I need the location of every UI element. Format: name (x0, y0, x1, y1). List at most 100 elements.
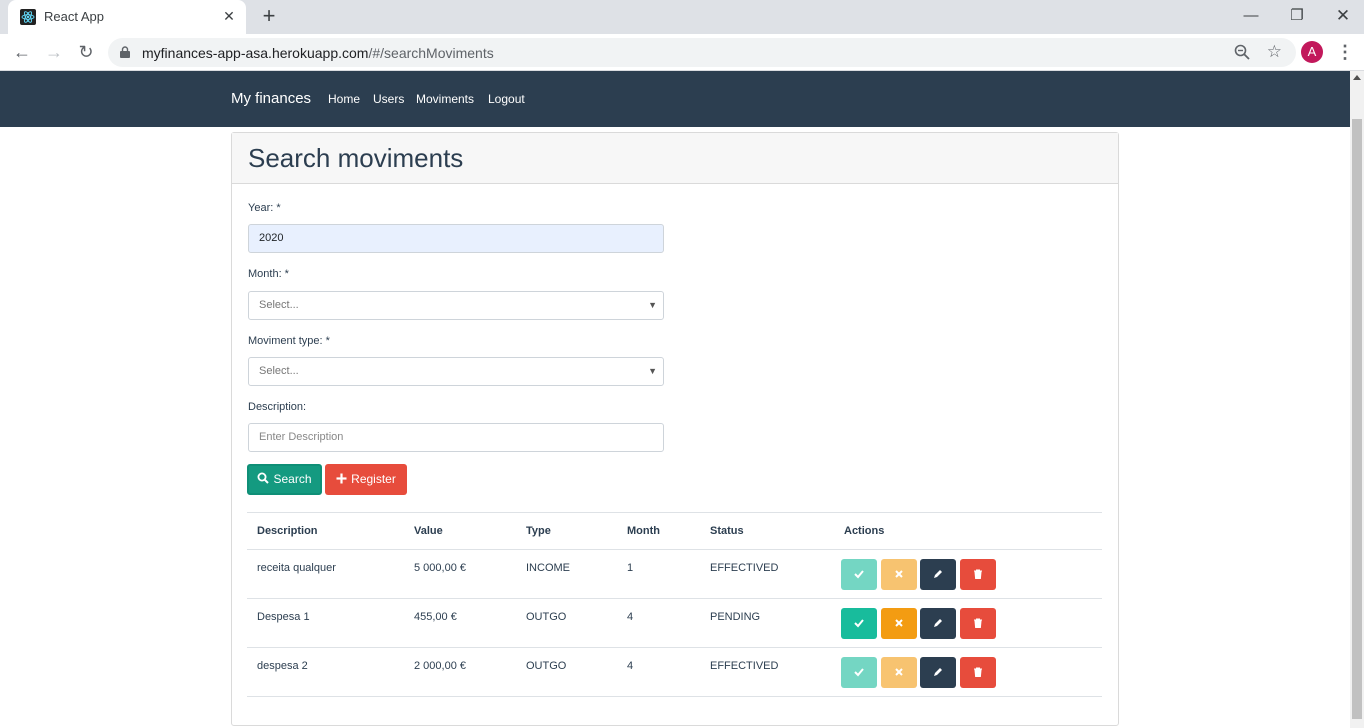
bookmark-star-icon[interactable]: ☆ (1267, 42, 1282, 62)
url-host: myfinances-app-asa.herokuapp.com (142, 45, 369, 61)
url-path: /#/searchMoviments (368, 45, 494, 61)
search-button[interactable]: Search (247, 464, 322, 495)
address-bar[interactable]: myfinances-app-asa.herokuapp.com/#/searc… (108, 38, 1296, 67)
cell-description: receita qualquer (247, 549, 404, 599)
row-actions (841, 559, 1102, 592)
edit-button[interactable] (920, 608, 956, 639)
react-logo-icon (20, 9, 36, 25)
cell-value: 2 000,00 € (404, 647, 516, 697)
cancel-button[interactable] (881, 657, 917, 688)
app-navbar: My finances Home Users Moviments Logout (0, 71, 1350, 127)
effectuate-button[interactable] (841, 608, 877, 639)
card-header: Search moviments (232, 133, 1118, 184)
description-input[interactable]: Enter Description (248, 423, 664, 452)
search-icon (257, 472, 270, 484)
description-label: Description: (248, 401, 307, 413)
times-icon (895, 668, 903, 676)
window-close-icon[interactable]: ✕ (1328, 3, 1358, 29)
cell-actions (834, 549, 1102, 599)
nav-link-moviments[interactable]: Moviments (416, 92, 474, 106)
cell-month: 4 (617, 598, 700, 648)
trash-icon (974, 667, 982, 677)
chevron-down-icon: ▼ (648, 300, 657, 310)
effectuate-button[interactable] (841, 657, 877, 688)
cell-actions (834, 647, 1102, 697)
row-actions (841, 608, 1102, 641)
cell-description: despesa 2 (247, 647, 404, 697)
cancel-button[interactable] (881, 608, 917, 639)
reload-icon[interactable]: ↻ (74, 40, 98, 64)
cancel-button[interactable] (881, 559, 917, 590)
check-icon (854, 668, 864, 677)
table-row: despesa 2 2 000,00 € OUTGO 4 EFFECTIVED (247, 647, 1102, 697)
column-header-month: Month (617, 512, 700, 550)
pencil-icon (934, 570, 942, 578)
edit-button[interactable] (920, 559, 956, 590)
browser-tab[interactable]: React App ✕ (8, 0, 246, 34)
search-button-label: Search (273, 472, 312, 486)
column-header-type: Type (516, 512, 617, 550)
register-button-label: Register (351, 472, 396, 486)
table-row: receita qualquer 5 000,00 € INCOME 1 EFF… (247, 549, 1102, 599)
navbar-brand[interactable]: My finances (231, 90, 311, 107)
row-actions (841, 657, 1102, 690)
zoom-out-icon[interactable] (1234, 44, 1250, 60)
effectuate-button[interactable] (841, 559, 877, 590)
pencil-icon (934, 619, 942, 627)
scroll-up-arrow-icon[interactable] (1353, 75, 1361, 80)
forward-icon[interactable]: → (42, 40, 66, 64)
times-icon (895, 570, 903, 578)
month-select-value: Select... (259, 299, 299, 311)
page-title: Search moviments (248, 143, 464, 173)
cell-value: 5 000,00 € (404, 549, 516, 599)
browser-menu-icon[interactable]: ⋮ (1336, 41, 1354, 63)
pencil-icon (934, 668, 942, 676)
url-text: myfinances-app-asa.herokuapp.com/#/searc… (142, 45, 494, 61)
cell-month: 4 (617, 647, 700, 697)
cell-month: 1 (617, 549, 700, 599)
cell-type: INCOME (516, 549, 617, 599)
delete-button[interactable] (960, 608, 996, 639)
moviment-type-select-value: Select... (259, 365, 299, 377)
times-icon (895, 619, 903, 627)
tab-title: React App (44, 9, 104, 24)
browser-tabstrip: React App ✕ + — ❐ ✕ (0, 0, 1364, 34)
new-tab-icon[interactable]: + (258, 5, 280, 28)
table-header-row: Description Value Type Month Status Acti… (247, 512, 1102, 550)
page-scrollbar[interactable] (1350, 71, 1364, 728)
profile-avatar[interactable]: A (1301, 41, 1323, 63)
lock-icon (120, 46, 130, 58)
check-icon (854, 619, 864, 628)
restore-icon[interactable]: ❐ (1282, 3, 1312, 29)
cell-description: Despesa 1 (247, 598, 404, 648)
column-header-description: Description (247, 512, 404, 550)
moviment-type-select[interactable]: Select... ▼ (248, 357, 664, 386)
cell-status: PENDING (700, 598, 834, 648)
column-header-actions: Actions (834, 512, 1102, 550)
nav-link-users[interactable]: Users (373, 92, 404, 106)
scroll-thumb[interactable] (1352, 119, 1362, 719)
year-input[interactable]: 2020 (248, 224, 664, 253)
edit-button[interactable] (920, 657, 956, 688)
register-button[interactable]: Register (325, 464, 407, 495)
nav-link-logout[interactable]: Logout (488, 92, 525, 106)
trash-icon (974, 569, 982, 579)
browser-toolbar: ← → ↻ myfinances-app-asa.herokuapp.com/#… (0, 34, 1364, 71)
delete-button[interactable] (960, 657, 996, 688)
cell-actions (834, 598, 1102, 648)
table-row: Despesa 1 455,00 € OUTGO 4 PENDING (247, 598, 1102, 648)
tab-close-icon[interactable]: ✕ (220, 7, 238, 25)
column-header-status: Status (700, 512, 834, 550)
search-card: Search moviments Year: * 2020 Month: * S… (231, 132, 1119, 726)
back-icon[interactable]: ← (10, 40, 34, 64)
delete-button[interactable] (960, 559, 996, 590)
cell-value: 455,00 € (404, 598, 516, 648)
month-select[interactable]: Select... ▼ (248, 291, 664, 320)
nav-link-home[interactable]: Home (328, 92, 360, 106)
column-header-value: Value (404, 512, 516, 550)
moviment-type-label: Moviment type: * (248, 335, 330, 347)
chevron-down-icon: ▼ (648, 366, 657, 376)
check-icon (854, 570, 864, 579)
minimize-icon[interactable]: — (1236, 3, 1266, 29)
plus-icon (336, 473, 347, 484)
